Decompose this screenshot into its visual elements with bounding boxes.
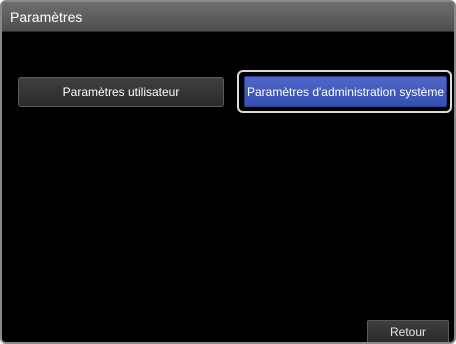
user-settings-button[interactable]: Paramètres utilisateur xyxy=(18,77,224,107)
back-label: Retour xyxy=(389,325,427,339)
user-settings-label: Paramètres utilisateur xyxy=(62,85,180,99)
admin-settings-label: Paramètres d'administration système xyxy=(246,84,445,99)
window-titlebar: Paramètres xyxy=(2,2,454,32)
admin-settings-button[interactable]: Paramètres d'administration système xyxy=(244,76,447,107)
window-title: Paramètres xyxy=(10,9,83,25)
back-button[interactable]: Retour xyxy=(367,320,449,342)
settings-window: Paramètres Paramètres utilisateur Paramè… xyxy=(0,0,456,344)
